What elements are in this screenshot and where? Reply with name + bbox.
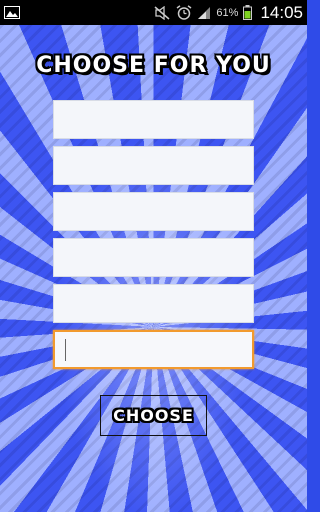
app-screen: CHOOSE FOR YOU CHOOSE — [0, 25, 307, 512]
choice-field-2[interactable] — [53, 146, 254, 185]
text-cursor — [65, 338, 66, 361]
status-bar: 61% 14:05 — [0, 0, 307, 25]
image-notification-icon — [4, 6, 20, 19]
battery-icon — [243, 5, 253, 20]
choice-field-4[interactable] — [53, 238, 254, 277]
choice-field-5[interactable] — [53, 284, 254, 323]
signal-icon — [197, 6, 211, 20]
choice-field-1[interactable] — [53, 100, 254, 139]
choose-button-label: CHOOSE — [113, 406, 194, 425]
choose-button[interactable]: CHOOSE — [100, 395, 207, 436]
choice-field-3[interactable] — [53, 192, 254, 231]
page-title: CHOOSE FOR YOU — [36, 53, 271, 78]
battery-percent: 61% — [216, 6, 239, 19]
alarm-icon — [176, 5, 192, 20]
choice-field-6[interactable] — [53, 330, 254, 369]
clock: 14:05 — [260, 2, 303, 22]
mute-icon — [153, 5, 171, 20]
